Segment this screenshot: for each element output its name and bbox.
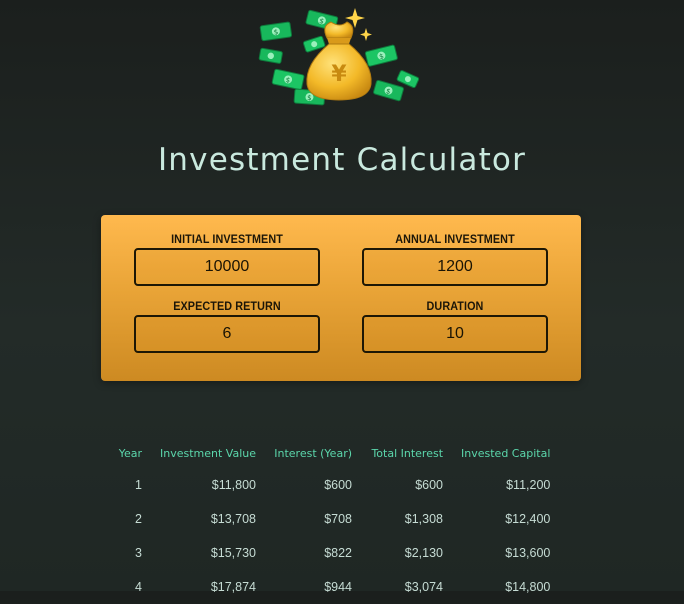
column-header-year: Year: [118, 446, 142, 460]
table-header-row: Year Investment Value Interest (Year) To…: [100, 438, 559, 468]
svg-text:$: $: [307, 94, 312, 102]
table-row: 1 $11,800 $600 $600 $11,200: [100, 468, 559, 502]
invested-capital-cell: $11,200: [506, 478, 551, 492]
expected-return-field: EXPECTED RETURN: [134, 298, 320, 353]
column-header-invested-capital: Invested Capital: [461, 446, 551, 460]
invested-capital-cell: $14,800: [505, 580, 551, 594]
investment-value-cell: $11,800: [211, 478, 257, 492]
table-row: 2 $13,708 $708 $1,308 $12,400: [100, 502, 559, 536]
column-header-total-interest: Total Interest: [371, 446, 444, 460]
initial-investment-label: INITIAL INVESTMENT: [171, 232, 283, 246]
column-header-interest-year: Interest (Year): [274, 446, 353, 460]
svg-text:¥: ¥: [331, 62, 347, 87]
annual-investment-field: ANNUAL INVESTMENT: [362, 231, 548, 286]
investment-value-cell: $13,708: [210, 512, 257, 526]
interest-year-cell: $944: [324, 580, 353, 594]
annual-investment-input[interactable]: [362, 248, 548, 286]
table-row: 4 $17,874 $944 $3,074 $14,800: [100, 570, 559, 604]
interest-year-cell: $600: [324, 478, 353, 492]
column-header-investment-value: Investment Value: [160, 446, 257, 460]
duration-label: DURATION: [426, 299, 484, 313]
expected-return-input[interactable]: [134, 315, 320, 353]
total-interest-cell: $1,308: [404, 512, 444, 526]
expected-return-label: EXPECTED RETURN: [173, 299, 281, 313]
year-cell: 1: [135, 478, 142, 492]
initial-investment-field: INITIAL INVESTMENT: [134, 231, 320, 286]
input-panel: INITIAL INVESTMENT ANNUAL INVESTMENT EXP…: [101, 215, 581, 381]
initial-investment-input[interactable]: [134, 248, 320, 286]
interest-year-cell: $822: [324, 546, 353, 560]
total-interest-cell: $600: [415, 478, 444, 492]
investment-value-cell: $17,874: [210, 580, 257, 594]
year-cell: 3: [135, 546, 142, 560]
page-title: Investment Calculator: [157, 142, 527, 178]
invested-capital-cell: $12,400: [505, 512, 551, 526]
results-table: Year Investment Value Interest (Year) To…: [100, 438, 559, 604]
total-interest-cell: $3,074: [404, 580, 444, 594]
invested-capital-cell: $13,600: [505, 546, 551, 560]
money-bag-logo-icon: $ $ $ $ $ $ ¥: [255, 4, 425, 110]
duration-field: DURATION: [362, 298, 548, 353]
interest-year-cell: $708: [324, 512, 353, 526]
year-cell: 2: [135, 512, 142, 526]
investment-value-cell: $15,730: [210, 546, 257, 560]
duration-input[interactable]: [362, 315, 548, 353]
year-cell: 4: [135, 580, 142, 594]
annual-investment-label: ANNUAL INVESTMENT: [395, 232, 515, 246]
table-row: 3 $15,730 $822 $2,130 $13,600: [100, 536, 559, 570]
total-interest-cell: $2,130: [404, 546, 444, 560]
